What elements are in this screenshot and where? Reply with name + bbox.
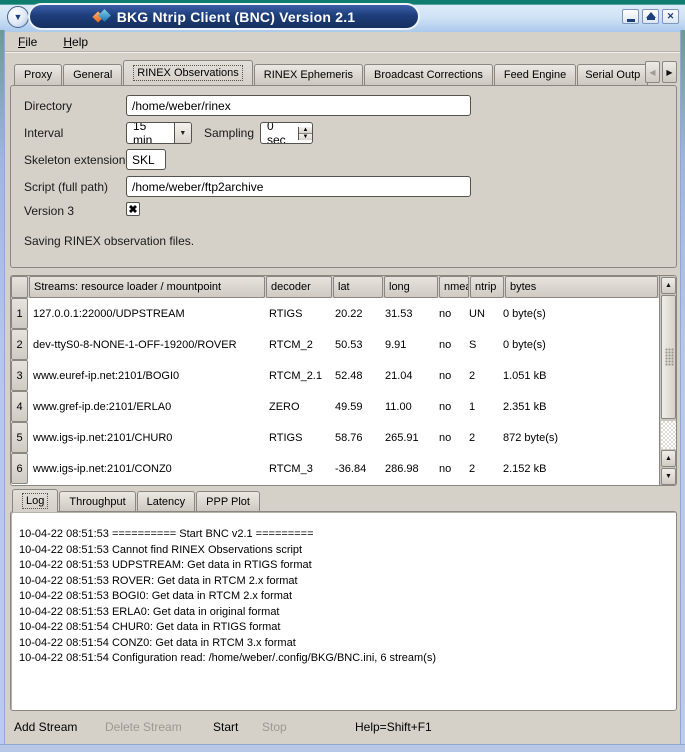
header-rownum[interactable]: [11, 276, 28, 298]
log-line: 10-04-22 08:51:54 CHUR0: Get data in RTI…: [19, 620, 668, 636]
rinex-observations-panel: Directory /home/weber/rinex Interval 15 …: [10, 85, 677, 268]
stream-row[interactable]: 3 www.euref-ip.net:2101/BOGI0 RTCM_2.1 5…: [11, 360, 659, 391]
skeleton-extension-label: Skeleton extension: [24, 153, 125, 167]
header-lat[interactable]: lat: [333, 276, 383, 298]
tab-throughput[interactable]: Throughput: [59, 491, 135, 512]
arrow-right-icon: ▶: [666, 68, 672, 77]
config-tabbar: Proxy General RINEX Observations RINEX E…: [14, 60, 649, 85]
combo-dropdown-button[interactable]: ▼: [174, 123, 191, 143]
header-decoder[interactable]: decoder: [266, 276, 332, 298]
close-icon: ✕: [667, 11, 675, 22]
spin-down-button[interactable]: ▼: [299, 134, 312, 140]
directory-label: Directory: [24, 99, 72, 113]
stream-row[interactable]: 5 www.igs-ip.net:2101/CHUR0 RTIGS 58.76 …: [11, 422, 659, 453]
bnc-app-icon: [93, 9, 109, 25]
arrow-left-icon: ◀: [649, 68, 655, 77]
tab-general[interactable]: General: [63, 64, 122, 85]
tab-ppp-plot[interactable]: PPP Plot: [196, 491, 260, 512]
log-line: 10-04-22 08:51:53 ROVER: Get data in RTC…: [19, 574, 668, 590]
minimize-button[interactable]: [622, 9, 639, 24]
interval-select[interactable]: 15 min ▼: [126, 122, 192, 144]
window-menu-button[interactable]: ▼: [7, 6, 29, 28]
stream-row[interactable]: 6 www.igs-ip.net:2101/CONZ0 RTCM_3 -36.8…: [11, 453, 659, 484]
chevron-down-icon: ▼: [14, 12, 23, 22]
titlebar: ▼ BKG Ntrip Client (BNC) Version 2.1 ✕: [0, 0, 685, 32]
help-shortcut-label: Help=Shift+F1: [355, 720, 432, 734]
stream-row[interactable]: 1 127.0.0.1:22000/UDPSTREAM RTIGS 20.22 …: [11, 298, 659, 329]
scrollbar-track[interactable]: [661, 421, 676, 449]
directory-input[interactable]: /home/weber/rinex: [126, 95, 471, 116]
scrollbar-thumb[interactable]: [661, 295, 676, 419]
stream-row[interactable]: 4 www.gref-ip.de:2101/ERLA0 ZERO 49.59 1…: [11, 391, 659, 422]
tab-rinex-ephemeris[interactable]: RINEX Ephemeris: [254, 64, 363, 85]
script-label: Script (full path): [24, 180, 108, 194]
log-line: 10-04-22 08:51:53 ========== Start BNC v…: [19, 527, 668, 543]
maximize-button[interactable]: [642, 9, 659, 24]
table-scrollbar[interactable]: ▲ ▲ ▼: [659, 276, 676, 485]
tab-scroll-left-button[interactable]: ◀: [645, 61, 660, 83]
menubar: File Help: [5, 32, 680, 52]
log-line: 10-04-22 08:51:54 CONZ0: Get data in RTC…: [19, 636, 668, 652]
minimize-icon: [627, 19, 635, 22]
log-line: 10-04-22 08:51:53 ERLA0: Get data in ori…: [19, 605, 668, 621]
log-line: 10-04-22 08:51:54 Configuration read: /h…: [19, 651, 668, 667]
log-line: 10-04-22 08:51:53 Cannot find RINEX Obse…: [19, 543, 668, 559]
chevron-down-icon: ▼: [179, 130, 186, 137]
tab-log[interactable]: Log: [12, 489, 58, 512]
arrow-up-icon: ▲: [665, 455, 672, 462]
spin-up-button[interactable]: ▲: [299, 127, 312, 134]
log-output[interactable]: 10-04-22 08:51:53 ========== Start BNC v…: [10, 511, 677, 711]
tab-broadcast-corrections[interactable]: Broadcast Corrections: [364, 64, 493, 85]
window-title: BKG Ntrip Client (BNC) Version 2.1: [117, 9, 356, 25]
window-border-bottom: [0, 744, 685, 752]
scroll-up-button[interactable]: ▲: [661, 277, 676, 294]
checkmark-icon: ✖: [128, 203, 137, 216]
arrow-down-icon: ▼: [665, 473, 672, 480]
close-button[interactable]: ✕: [662, 9, 679, 24]
tab-proxy[interactable]: Proxy: [14, 64, 62, 85]
window-content: File Help Proxy General RINEX Observatio…: [5, 32, 680, 744]
tab-rinex-observations[interactable]: RINEX Observations: [123, 60, 252, 85]
menu-file[interactable]: File: [14, 34, 41, 51]
header-ntrip[interactable]: ntrip: [470, 276, 504, 298]
tab-feed-engine[interactable]: Feed Engine: [494, 64, 576, 85]
grip-icon: [665, 348, 674, 366]
log-tabbar: Log Throughput Latency PPP Plot: [12, 489, 261, 512]
title-capsule: BKG Ntrip Client (BNC) Version 2.1: [28, 3, 420, 30]
start-button[interactable]: Start: [213, 720, 238, 734]
delete-stream-button[interactable]: Delete Stream: [105, 720, 182, 734]
header-mountpoint[interactable]: Streams: resource loader / mountpoint: [29, 276, 265, 298]
script-input[interactable]: /home/weber/ftp2archive: [126, 176, 471, 197]
stop-button[interactable]: Stop: [262, 720, 287, 734]
version3-checkbox[interactable]: ✖: [126, 202, 140, 216]
sampling-label: Sampling: [204, 126, 254, 140]
add-stream-button[interactable]: Add Stream: [14, 720, 77, 734]
scroll-up-button2[interactable]: ▲: [661, 450, 676, 467]
header-long[interactable]: long: [384, 276, 438, 298]
maximize-icon: [646, 12, 656, 18]
menu-help[interactable]: Help: [59, 34, 92, 51]
header-nmea[interactable]: nmea: [439, 276, 469, 298]
arrow-up-icon: ▲: [665, 282, 672, 289]
log-line: 10-04-22 08:51:53 UDPSTREAM: Get data in…: [19, 558, 668, 574]
version3-label: Version 3: [24, 204, 74, 218]
tab-serial-output[interactable]: Serial Outp: [577, 64, 648, 85]
tab-scroll-right-button[interactable]: ▶: [662, 61, 677, 83]
log-line: 10-04-22 08:51:53 BOGI0: Get data in RTC…: [19, 589, 668, 605]
stream-row[interactable]: 2 dev-ttyS0-8-NONE-1-OFF-19200/ROVER RTC…: [11, 329, 659, 360]
streams-table: Streams: resource loader / mountpoint de…: [10, 275, 677, 486]
panel-status-note: Saving RINEX observation files.: [24, 234, 194, 248]
skeleton-extension-input[interactable]: SKL: [126, 149, 166, 170]
scroll-down-button[interactable]: ▼: [661, 468, 676, 485]
streams-table-header: Streams: resource loader / mountpoint de…: [11, 276, 659, 298]
header-bytes[interactable]: bytes: [505, 276, 658, 298]
app-window: ▼ BKG Ntrip Client (BNC) Version 2.1 ✕ F…: [0, 0, 685, 752]
window-border-right: [680, 30, 685, 752]
sampling-spinner[interactable]: 0 sec ▲ ▼: [260, 122, 313, 144]
tab-latency[interactable]: Latency: [137, 491, 196, 512]
interval-label: Interval: [24, 126, 63, 140]
